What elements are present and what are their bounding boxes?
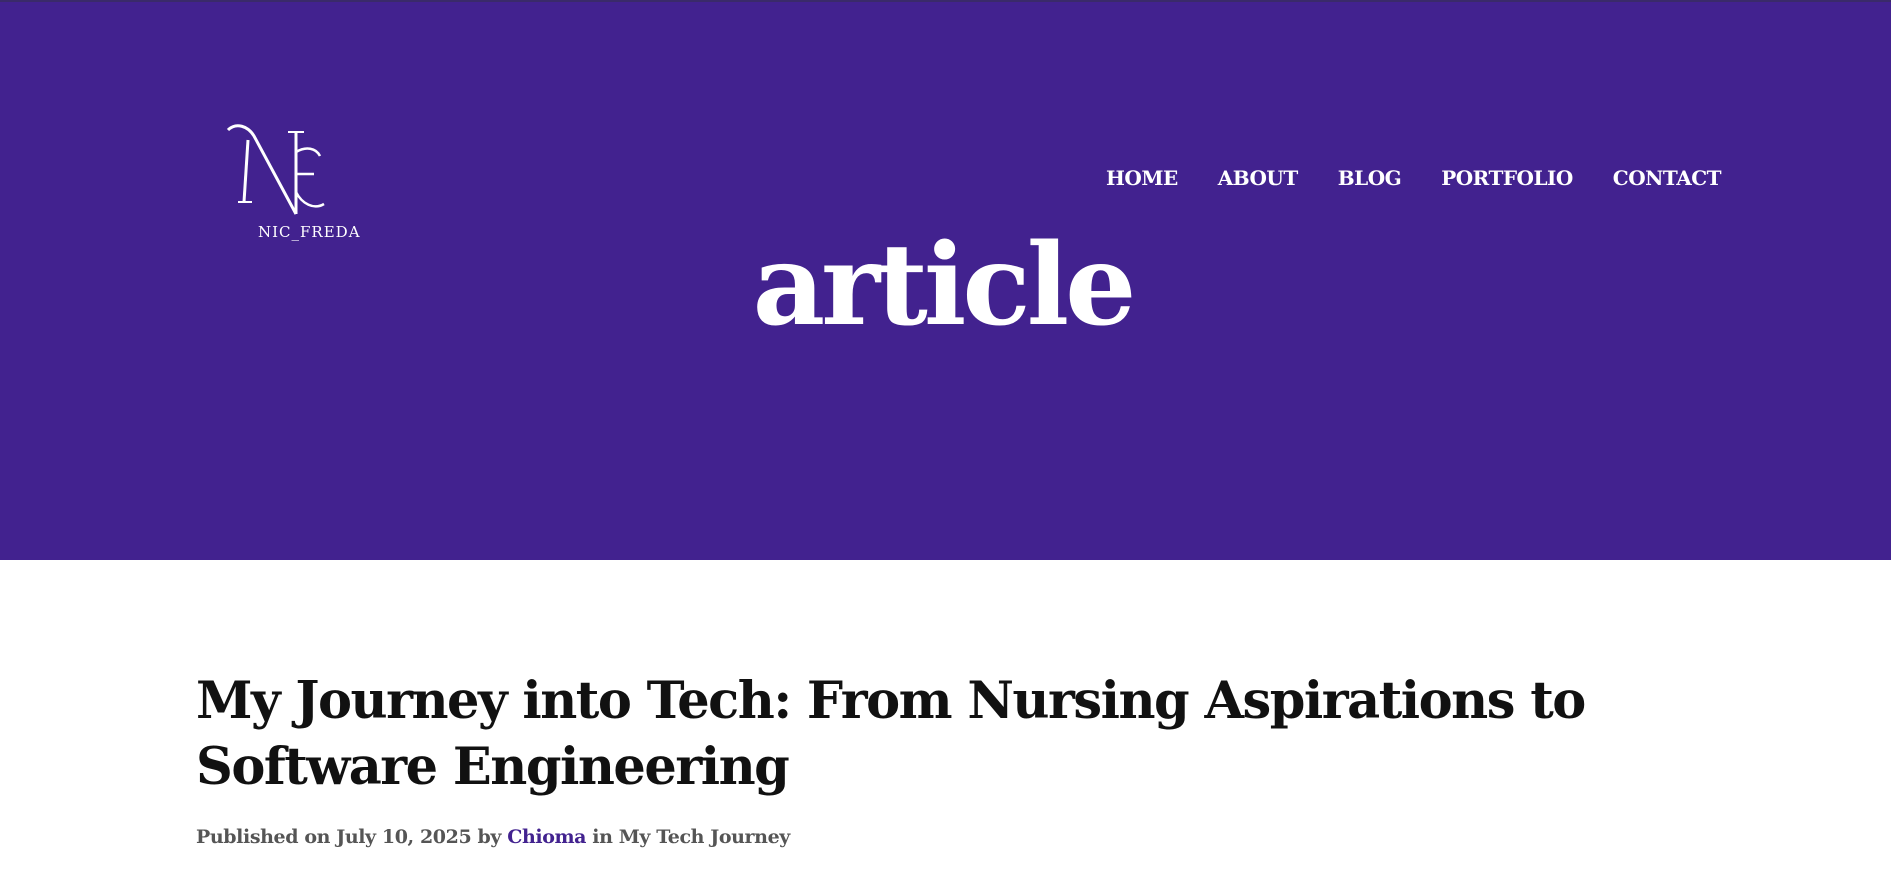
nav-item-about[interactable]: ABOUT bbox=[1218, 166, 1299, 190]
meta-published-prefix: Published on bbox=[196, 826, 331, 848]
meta-date: July 10, 2025 bbox=[336, 826, 472, 848]
meta-category: My Tech Journey bbox=[618, 826, 791, 848]
nav-item-home[interactable]: HOME bbox=[1106, 166, 1178, 190]
main-nav: HOME ABOUT BLOG PORTFOLIO CONTACT bbox=[1106, 166, 1722, 190]
top-border bbox=[0, 0, 1891, 2]
post-title: My Journey into Tech: From Nursing Aspir… bbox=[196, 671, 1586, 797]
post-meta: Published on July 10, 2025 by Chioma in … bbox=[196, 826, 790, 848]
meta-by: by bbox=[477, 826, 502, 848]
nav-item-contact[interactable]: CONTACT bbox=[1613, 166, 1722, 190]
meta-in: in bbox=[592, 826, 613, 848]
nf-monogram-icon bbox=[226, 124, 325, 215]
nav-item-portfolio[interactable]: PORTFOLIO bbox=[1441, 166, 1573, 190]
nav-item-blog[interactable]: BLOG bbox=[1338, 166, 1402, 190]
hero-banner: NIC_FREDA HOME ABOUT BLOG PORTFOLIO CONT… bbox=[0, 0, 1891, 560]
author-link[interactable]: Chioma bbox=[507, 826, 586, 848]
hero-title: article bbox=[752, 220, 1137, 351]
